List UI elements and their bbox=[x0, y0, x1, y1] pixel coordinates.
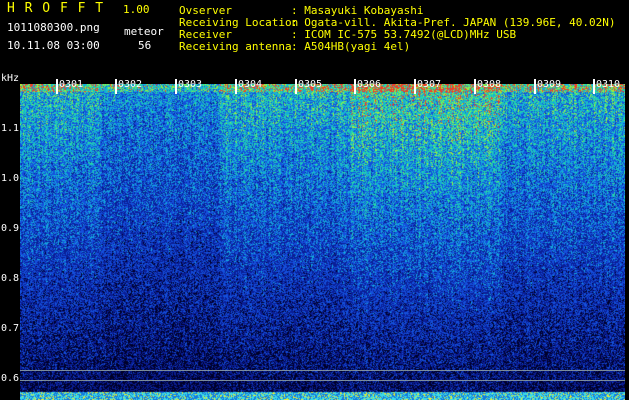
y-tick-0.7: 0.7 bbox=[1, 323, 20, 334]
time-tick-0301: 0301 bbox=[59, 79, 84, 90]
time-marker-0306 bbox=[354, 79, 356, 94]
time-tick-0303: 0303 bbox=[178, 79, 203, 90]
time-marker-0302 bbox=[115, 79, 117, 94]
filename-label: 1011080300.png bbox=[7, 21, 100, 34]
time-marker-0301 bbox=[56, 79, 58, 94]
y-tick-0.6: 0.6 bbox=[1, 373, 20, 384]
reference-line-lower bbox=[20, 380, 625, 381]
y-tick-0.8: 0.8 bbox=[1, 273, 20, 284]
time-tick-0305: 0305 bbox=[298, 79, 323, 90]
meteor-label: meteor bbox=[124, 25, 164, 38]
time-marker-0305 bbox=[295, 79, 297, 94]
time-marker-0308 bbox=[474, 79, 476, 94]
spectrogram-image bbox=[20, 84, 625, 400]
time-tick-0306: 0306 bbox=[357, 79, 382, 90]
time-marker-0303 bbox=[175, 79, 177, 94]
y-tick-0.9: 0.9 bbox=[1, 223, 20, 234]
time-marker-0307 bbox=[414, 79, 416, 94]
time-tick-0308: 0308 bbox=[477, 79, 502, 90]
time-tick-0310: 0310 bbox=[596, 79, 621, 90]
y-tick-1.1: 1.1 bbox=[1, 123, 20, 134]
y-axis-unit: kHz bbox=[1, 73, 20, 84]
time-tick-0309: 0309 bbox=[537, 79, 562, 90]
time-tick-0307: 0307 bbox=[417, 79, 442, 90]
time-tick-0304: 0304 bbox=[238, 79, 263, 90]
info-antenna-value: : A504HB(yagi 4el) bbox=[291, 40, 411, 53]
app-title: H R O F F T bbox=[7, 1, 105, 16]
time-tick-0302: 0302 bbox=[118, 79, 143, 90]
datetime-label: 10.11.08 03:00 bbox=[7, 39, 100, 52]
info-antenna-label: Receiving antenna bbox=[179, 40, 292, 53]
reference-line-upper bbox=[20, 370, 625, 371]
time-marker-0304 bbox=[235, 79, 237, 94]
meteor-count: 56 bbox=[138, 39, 152, 52]
y-tick-1.0: 1.0 bbox=[1, 173, 20, 184]
time-marker-0309 bbox=[534, 79, 536, 94]
version-label: 1.00 bbox=[123, 3, 150, 16]
time-marker-0310 bbox=[593, 79, 595, 94]
